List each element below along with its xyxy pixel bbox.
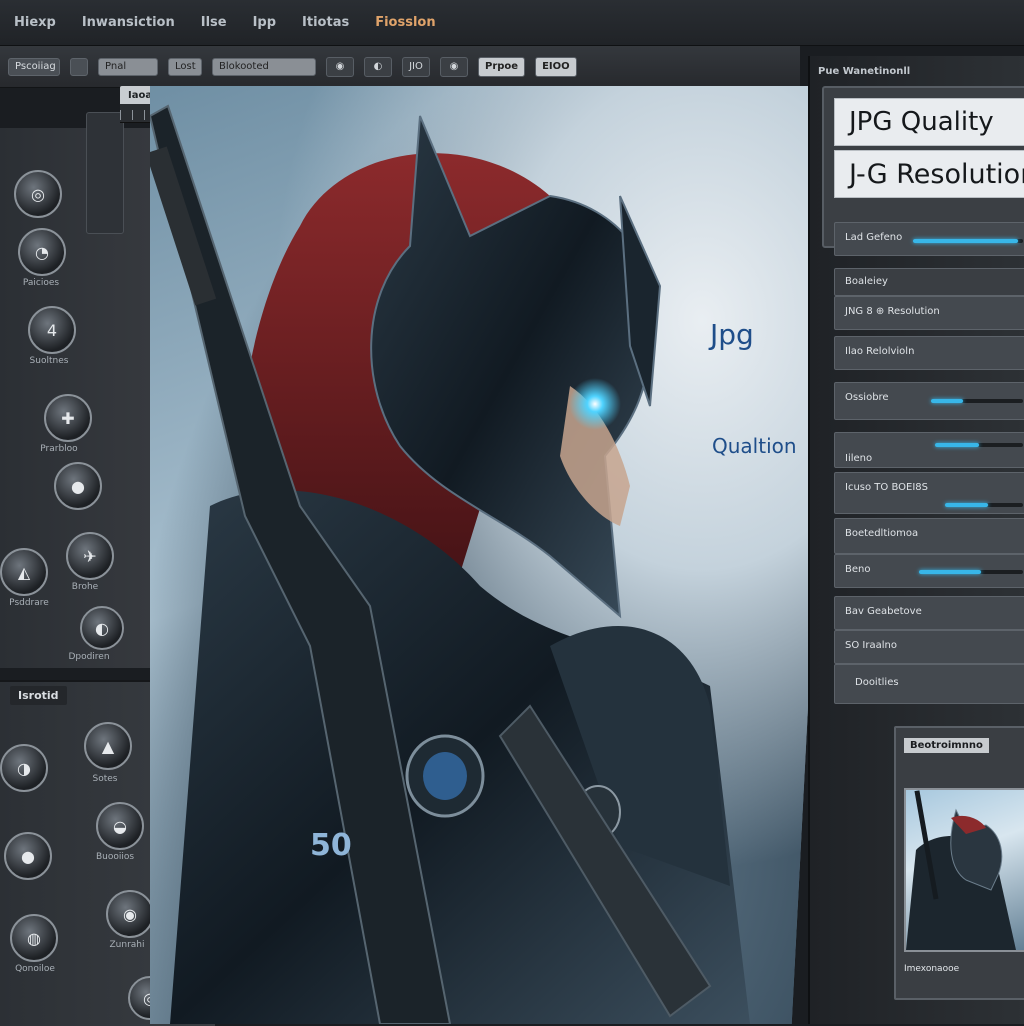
slider-fill [919, 570, 982, 574]
tool-options-strip [86, 112, 124, 234]
property-label: Boetedltiomoa [845, 528, 919, 539]
menu-item-resolution[interactable]: Fiosslon [371, 12, 439, 33]
slider-fill [931, 399, 964, 403]
tool-label: Brohe [71, 582, 99, 592]
property-row[interactable]: Bav Geabetove [834, 596, 1024, 630]
blur-tool-icon[interactable]: ◍ [10, 914, 58, 962]
record-icon[interactable]: ◉ [440, 56, 468, 77]
sharpen-tool-icon[interactable]: ◉ [106, 890, 154, 938]
smudge-tool-icon[interactable]: ◒ [96, 802, 144, 850]
move-tool-icon[interactable]: ✈ [66, 532, 114, 580]
style-field[interactable]: Lost [168, 57, 202, 76]
property-label: SO Iraalno [845, 640, 897, 651]
property-label: Iileno [845, 453, 873, 464]
property-row[interactable]: Boaleiey [834, 268, 1024, 296]
text-tool-icon[interactable]: 4 [28, 306, 76, 354]
slider-track[interactable] [945, 503, 1023, 507]
slider-track[interactable] [919, 570, 1023, 574]
clone-tool-icon[interactable]: ✚ [44, 394, 92, 442]
property-label: Lad Gefeno [845, 232, 903, 243]
property-row[interactable]: Ossiobre [834, 382, 1024, 420]
panel-header: Pue Wanetinonll [818, 66, 911, 77]
preview-footer: Imexonaooe [904, 964, 960, 974]
property-label: Ilao Relolvioln [845, 346, 915, 357]
jpg-resolution-title[interactable]: J-G Resolution [834, 150, 1024, 198]
tool-label: Paicioes [22, 278, 60, 288]
warrior-artwork [150, 104, 750, 1024]
tool-label: Suoltnes [29, 356, 69, 366]
preset-select[interactable]: Blokooted [212, 57, 316, 76]
canvas-number-label: 50 [310, 828, 352, 863]
canvas-quality-label: Qualtion [712, 434, 797, 458]
medallion-gem [423, 752, 467, 800]
menu-item-image[interactable]: Ilse [197, 12, 231, 33]
property-row[interactable]: Iileno [834, 432, 1024, 468]
preview-card: Beotroimnno Imexonaooe [894, 726, 1024, 1000]
tool-preset-field[interactable]: Pscoiiag [8, 57, 60, 76]
menu-item-edit[interactable]: Inwansiction [78, 12, 179, 33]
tool-label: Prarbloo [40, 444, 78, 454]
property-row[interactable]: Ilao Relolvioln [834, 336, 1024, 370]
slider-track[interactable] [931, 399, 1023, 403]
tool-label: Sotes [92, 774, 118, 784]
jio-button[interactable]: JIO [402, 56, 430, 77]
tool-label: Dpodiren [68, 652, 110, 662]
panel-tab[interactable]: Isrotid [10, 686, 67, 705]
jpg-quality-title[interactable]: JPG Quality [834, 98, 1024, 146]
slider-fill [945, 503, 988, 507]
slider-fill [935, 443, 979, 447]
glowing-eye [569, 378, 621, 430]
zoom-tool-icon[interactable]: ◐ [80, 606, 124, 650]
propose-button[interactable]: Prpoe [478, 56, 526, 77]
property-row[interactable]: Dooitlies [834, 664, 1024, 704]
burn-tool-icon[interactable]: ▲ [84, 722, 132, 770]
image-canvas[interactable]: Jpg Qualtion 50 [150, 86, 840, 1024]
property-row[interactable]: SO Iraalno [834, 630, 1024, 664]
dodge-tool-icon[interactable]: ◑ [0, 744, 48, 792]
property-label: Icuso TO BOEI8S [845, 482, 928, 493]
menu-bar: Hiexp Inwansiction Ilse Ipp Itiotas Fios… [0, 0, 1024, 46]
property-row[interactable]: Lad Gefeno [834, 222, 1024, 256]
preview-title: Beotroimnno [904, 738, 989, 753]
property-row[interactable]: Boetedltiomoa [834, 518, 1024, 554]
brush-tool-icon[interactable]: ◔ [18, 228, 66, 276]
property-row[interactable]: JNG 8 ⊕ Resolution [834, 296, 1024, 330]
tools-panel: ◎ ◔ Paicioes 4 Suoltnes ✚ Prarbloo ● ✈ B… [0, 128, 152, 668]
camera-icon[interactable]: ◎ [14, 170, 62, 218]
property-label: Dooitlies [855, 677, 899, 688]
tool-label: Buooiios [95, 852, 135, 862]
tool-label: Qonoiloe [15, 964, 55, 974]
property-row[interactable]: Beno [834, 554, 1024, 588]
eioo-button[interactable]: EIOO [535, 56, 577, 77]
thumbnail-artwork [906, 790, 1016, 950]
toolbar-divider-icon [70, 57, 88, 76]
eraser-tool-icon[interactable]: ● [54, 462, 102, 510]
slider-track[interactable] [913, 239, 1023, 243]
property-label: Beno [845, 564, 871, 575]
menu-item-filter[interactable]: Itiotas [298, 12, 353, 33]
options-toolbar: Pscoiiag Pnal Lost Blokooted ◉ ◐ JIO ◉ P… [0, 46, 800, 88]
property-label: Ossiobre [845, 392, 889, 403]
properties-panel: Pue Wanetinonll JPG Quality J-G Resoluti… [808, 56, 1024, 1024]
canvas-jpg-label: Jpg [710, 318, 754, 351]
preview-thumbnail[interactable] [904, 788, 1024, 952]
slider-fill [913, 239, 1018, 243]
slider-track[interactable] [935, 443, 1023, 447]
mode-field[interactable]: Pnal [98, 57, 158, 76]
sponge-tool-icon[interactable]: ● [4, 832, 52, 880]
radio-icon[interactable]: ◉ [326, 56, 354, 77]
property-label: Boaleiey [845, 276, 888, 287]
property-label: JNG 8 ⊕ Resolution [845, 306, 940, 317]
property-label: Bav Geabetove [845, 606, 922, 617]
menu-item-file[interactable]: Hiexp [10, 12, 60, 33]
toggle-icon[interactable]: ◐ [364, 56, 392, 77]
tool-label: Psddrare [9, 598, 49, 608]
property-row[interactable]: Icuso TO BOEI8S [834, 472, 1024, 514]
gradient-tool-icon[interactable]: ◭ [0, 548, 48, 596]
menu-item-layer[interactable]: Ipp [249, 12, 280, 33]
